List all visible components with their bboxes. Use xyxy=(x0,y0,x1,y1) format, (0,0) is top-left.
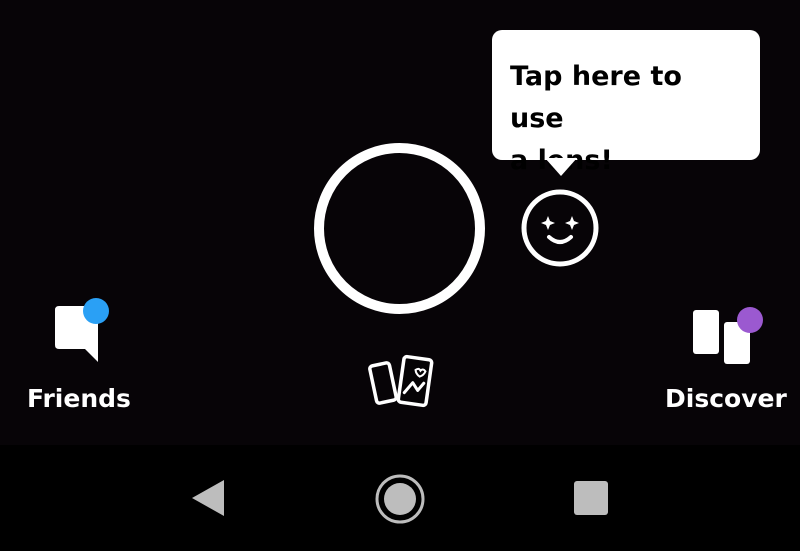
smiley-sparkle-icon xyxy=(521,189,599,267)
lens-tooltip: Tap here to use a lens! xyxy=(492,30,760,176)
circle-home-icon xyxy=(375,474,425,524)
recents-button[interactable] xyxy=(574,481,608,515)
friends-button[interactable]: Friends xyxy=(24,296,134,421)
back-button[interactable] xyxy=(188,477,228,519)
triangle-back-icon xyxy=(192,480,224,516)
friends-notification-badge xyxy=(83,298,109,324)
discover-label: Discover xyxy=(665,384,787,413)
tooltip-line-1: Tap here to use xyxy=(510,61,682,134)
chat-bubble-icon xyxy=(55,298,109,362)
home-button[interactable] xyxy=(373,472,427,526)
capture-button[interactable] xyxy=(314,143,485,314)
memories-button[interactable] xyxy=(368,352,434,412)
discover-cards-icon xyxy=(693,307,763,364)
friends-label: Friends xyxy=(27,384,131,413)
memories-cards-icon xyxy=(368,354,434,408)
lens-button[interactable] xyxy=(520,188,600,268)
camera-screen: Tap here to use a lens! Friends Discover xyxy=(0,0,800,551)
discover-button[interactable]: Discover xyxy=(660,300,790,422)
discover-notification-badge xyxy=(737,307,763,333)
tooltip-pointer xyxy=(545,158,577,176)
